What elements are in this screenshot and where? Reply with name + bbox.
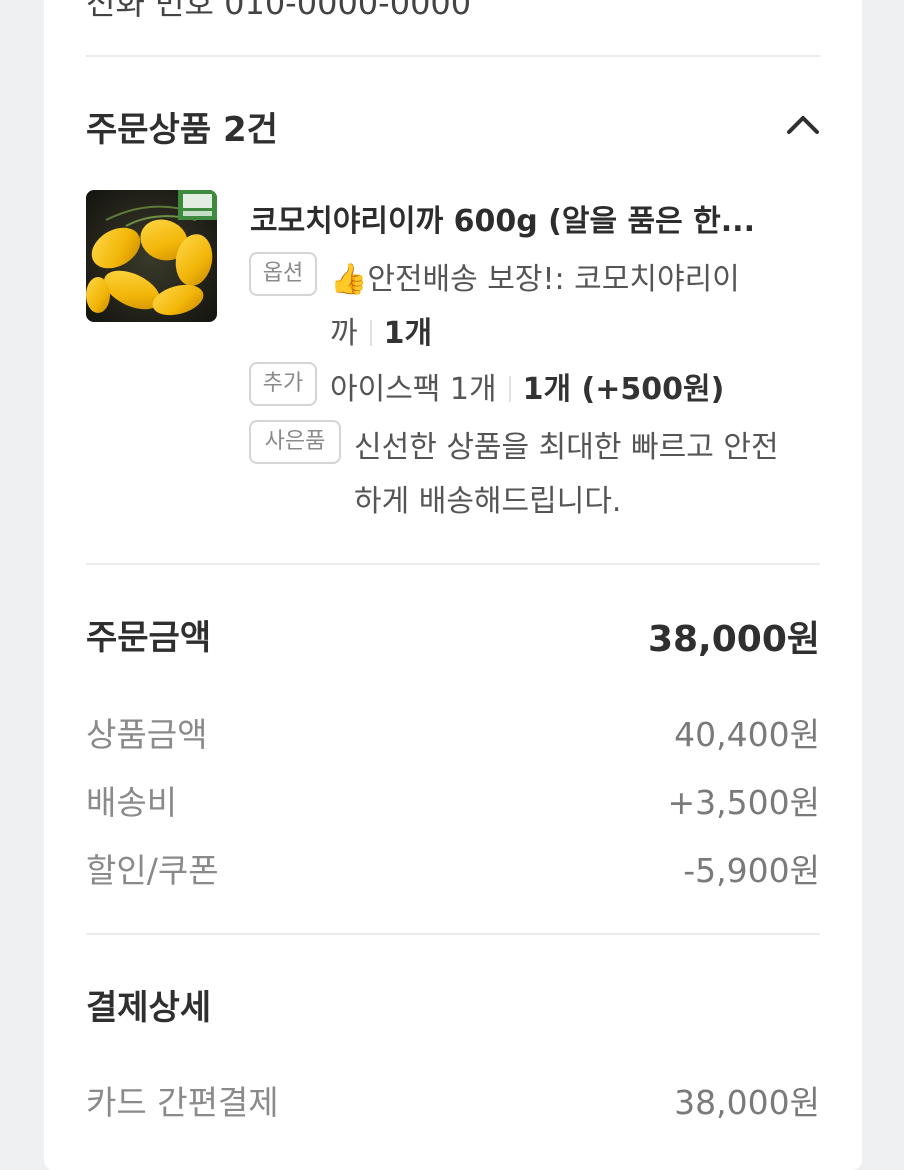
divider — [86, 55, 820, 57]
product-amount-label: 상품금액 — [86, 715, 208, 754]
addon-tag: 추가 — [249, 362, 317, 406]
gift-text-line1: 신선한 상품을 최대한 빠르고 안전 — [354, 430, 779, 465]
card-payment-label: 카드 간편결제 — [86, 1083, 279, 1122]
order-items-title: 주문상품 2건 — [86, 110, 278, 150]
option-text-line2: 까 1개 — [330, 316, 433, 351]
divider — [86, 933, 820, 935]
thumbs-up-icon: 👍 — [330, 262, 368, 297]
product-amount-value: 40,400원 — [674, 715, 820, 754]
payment-detail-title: 결제상세 — [86, 988, 212, 1028]
gift-text-line2: 하게 배송해드립니다. — [354, 484, 622, 519]
discount-coupon-label: 할인/쿠폰 — [86, 851, 219, 890]
option-qty: 1개 — [383, 316, 433, 351]
recipient-phone-cut: 전화 번호 010-0000-0000 — [86, 0, 472, 22]
option-tag: 옵션 — [249, 252, 317, 296]
shipping-fee-label: 배송비 — [86, 783, 178, 822]
option-text-line1: 👍안전배송 보장!: 코모치야리이 — [330, 262, 740, 297]
card-payment-value: 38,000원 — [674, 1083, 820, 1122]
product-thumbnail[interactable] — [86, 190, 217, 322]
order-amount-title: 주문금액 — [86, 618, 212, 658]
shipping-fee-value: +3,500원 — [667, 783, 820, 822]
separator — [508, 376, 511, 402]
addon-text: 아이스팩 1개 1개 (+500원) — [330, 372, 725, 407]
separator — [369, 320, 372, 346]
addon-qty: 1개 (+500원) — [522, 372, 725, 407]
gift-tag: 사은품 — [249, 420, 341, 464]
chevron-up-icon[interactable] — [786, 106, 820, 140]
order-amount-total: 38,000원 — [647, 619, 820, 660]
product-name[interactable]: 코모치야리이까 600g (알을 품은 한... — [250, 196, 820, 240]
discount-coupon-value: -5,900원 — [683, 851, 820, 890]
divider — [86, 563, 820, 565]
